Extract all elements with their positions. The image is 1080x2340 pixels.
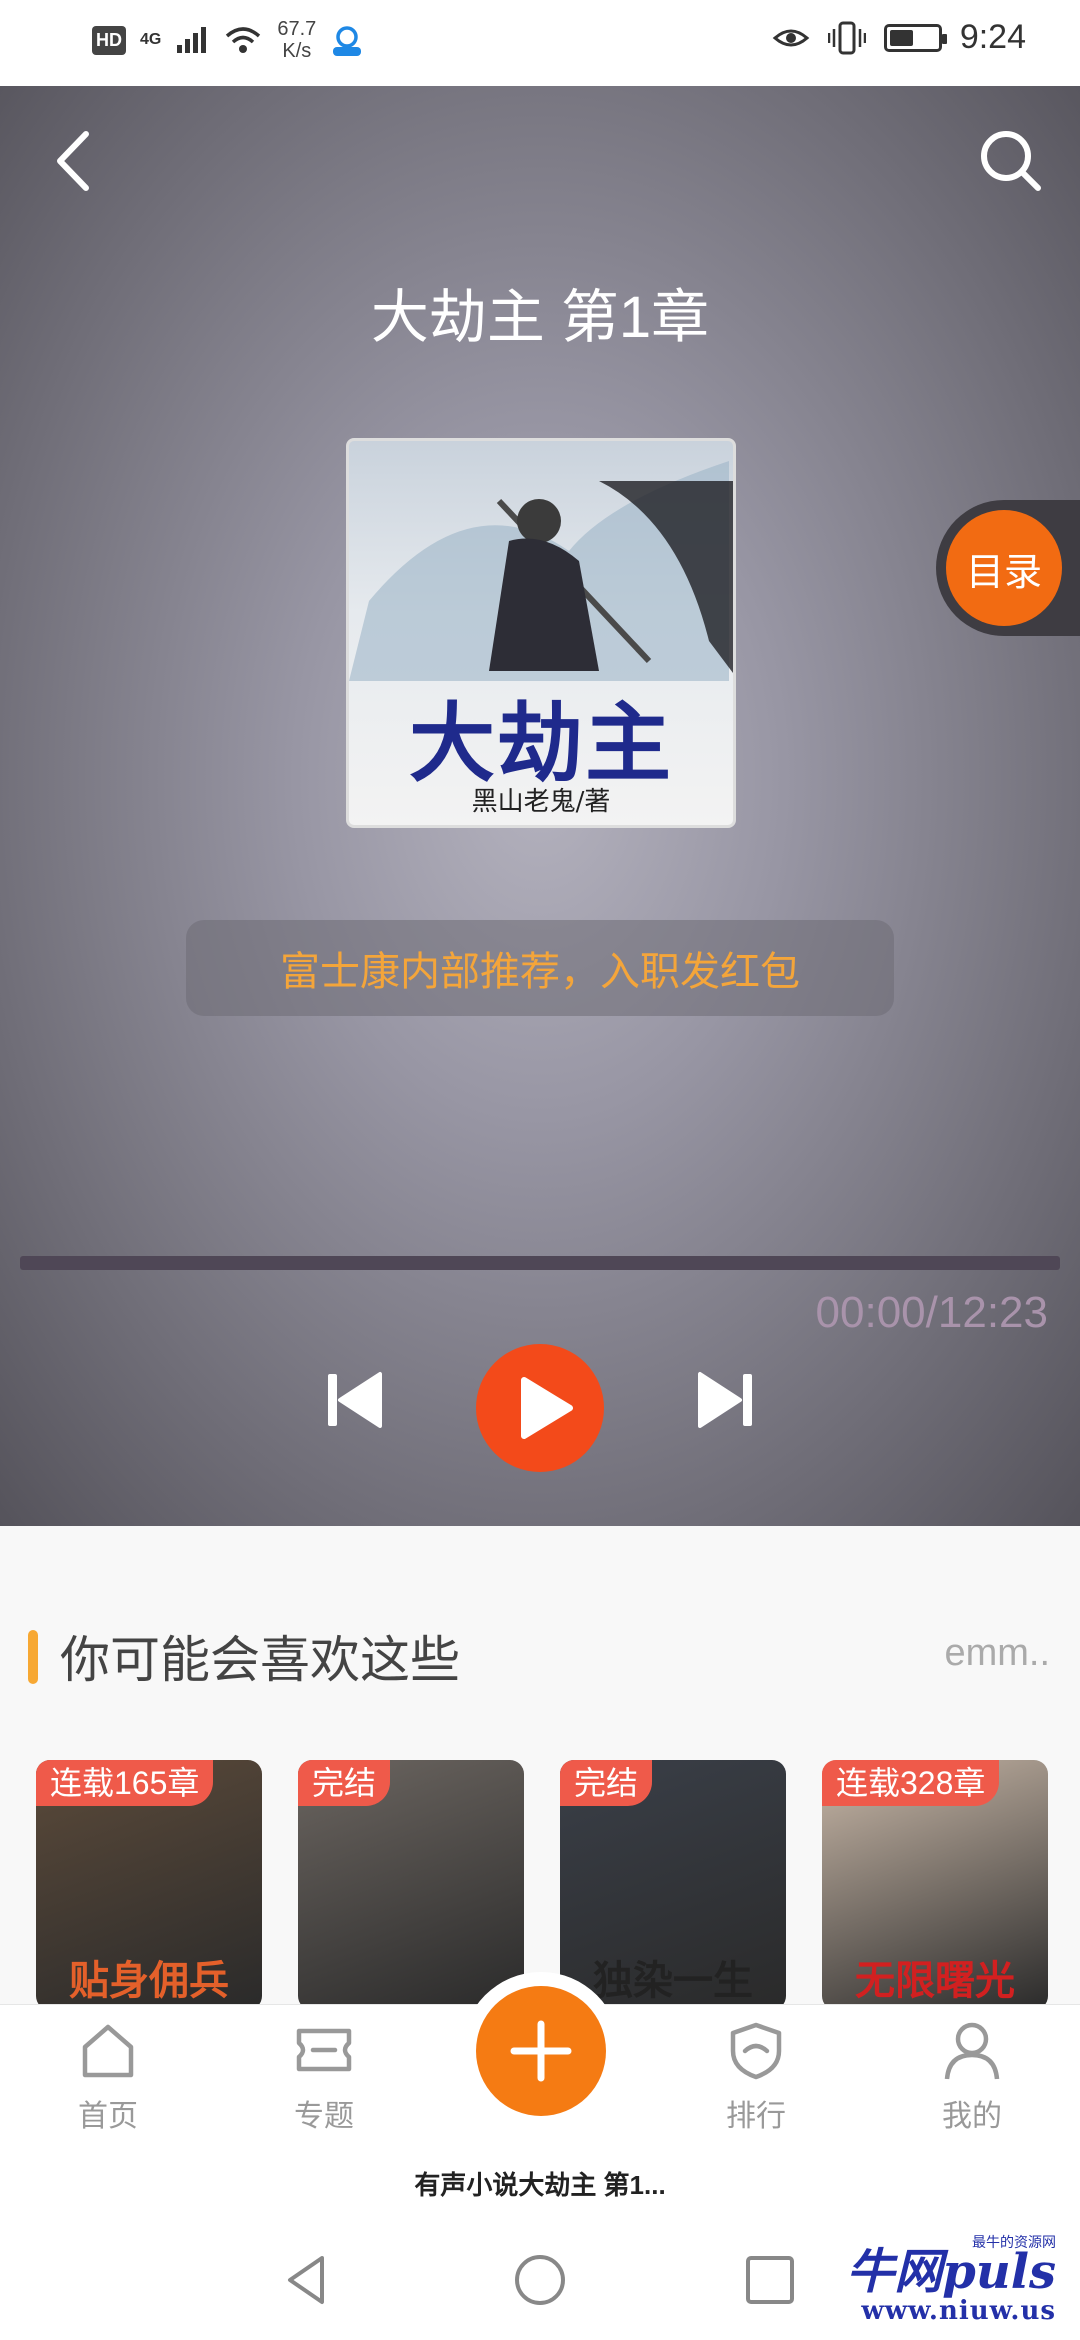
status-left: HD 4G 67.7 K/s bbox=[92, 18, 364, 62]
progress-bar[interactable] bbox=[20, 1256, 1060, 1270]
search-button[interactable] bbox=[976, 126, 1046, 196]
battery-level bbox=[889, 29, 914, 46]
nav-mine[interactable]: 我的 bbox=[912, 2017, 1032, 2135]
play-icon bbox=[521, 1377, 573, 1439]
nav-ranking-label: 排行 bbox=[726, 2100, 786, 2133]
book-status-tag: 完结 bbox=[560, 1760, 653, 1806]
watermark-main: 牛网puls bbox=[846, 2244, 1056, 2300]
recommendations-more[interactable]: emm.. bbox=[944, 1632, 1050, 1675]
eye-comfort-icon bbox=[772, 29, 810, 46]
book-card-1[interactable]: 贴身佣兵 连载165章 bbox=[36, 1760, 262, 2010]
signal-icon bbox=[177, 27, 207, 53]
ticket-icon bbox=[296, 2028, 352, 2072]
book-cover: 大劫主 黑山老鬼/著 bbox=[346, 438, 736, 828]
book-card-4[interactable]: 无限曙光 连载328章 bbox=[822, 1760, 1048, 2010]
book-status-tag: 连载165章 bbox=[36, 1760, 214, 1806]
nav-home-label: 首页 bbox=[78, 2100, 138, 2133]
toc-label: 目录 bbox=[946, 510, 1062, 626]
hd-badge: HD bbox=[92, 25, 126, 55]
book-card-2[interactable]: 完结 bbox=[298, 1760, 524, 2010]
back-button[interactable] bbox=[44, 126, 104, 196]
watermark-url: www.niuw.us bbox=[861, 2296, 1056, 2326]
vibrate-icon bbox=[827, 21, 866, 54]
watermark: 牛网puls www.niuw.us 最牛的资源网 bbox=[846, 2234, 1056, 2326]
book-status-tag: 完结 bbox=[298, 1760, 391, 1806]
speed-value: 67.7 bbox=[277, 18, 317, 40]
speed-unit: K/s bbox=[282, 40, 312, 62]
app-notification-icon bbox=[333, 26, 362, 56]
system-back-icon[interactable] bbox=[278, 2250, 338, 2310]
network-speed: 67.7 K/s bbox=[277, 18, 316, 62]
audio-player: 大劫主 第1章 大劫主 黑山老鬼/著 目录 富士康内部推荐，入职发红包 00:0… bbox=[0, 86, 1080, 1526]
now-playing-title[interactable]: 有声小说大劫主 第1... bbox=[0, 2150, 1080, 2220]
nav-home[interactable]: 首页 bbox=[48, 2017, 168, 2135]
book-cover-text: 无限曙光 bbox=[855, 1957, 1015, 2004]
battery-icon bbox=[883, 23, 947, 52]
toc-button[interactable]: 目录 bbox=[936, 500, 1080, 636]
system-recents-icon[interactable] bbox=[740, 2250, 800, 2310]
book-card-3[interactable]: 独染一生 完结 bbox=[560, 1760, 786, 2010]
chapter-title: 大劫主 第1章 bbox=[370, 285, 710, 350]
system-home-icon[interactable] bbox=[510, 2250, 570, 2310]
next-chapter-button[interactable] bbox=[694, 1368, 758, 1432]
play-button[interactable] bbox=[476, 1344, 604, 1472]
add-button[interactable] bbox=[476, 1986, 606, 2116]
nav-mine-label: 我的 bbox=[942, 2100, 1002, 2133]
playback-time: 00:00/12:23 bbox=[815, 1288, 1048, 1337]
clock: 9:24 bbox=[959, 18, 1026, 56]
person-icon bbox=[944, 2022, 1000, 2080]
plus-icon bbox=[510, 2020, 572, 2082]
book-cover-text: 贴身佣兵 bbox=[69, 1957, 229, 2004]
ad-banner[interactable]: 富士康内部推荐，入职发红包 bbox=[186, 920, 894, 1016]
status-right: 9:24 bbox=[772, 18, 1026, 57]
nav-topics[interactable]: 专题 bbox=[264, 2017, 384, 2135]
section-accent-bar bbox=[28, 1630, 38, 1684]
nav-ranking[interactable]: 排行 bbox=[696, 2017, 816, 2135]
recommendations-section: 你可能会喜欢这些 emm.. 贴身佣兵 连载165章 完结 独染一生 完结 无限… bbox=[0, 1526, 1080, 2010]
network-type: 4G bbox=[140, 31, 162, 48]
previous-chapter-button[interactable] bbox=[322, 1368, 386, 1432]
recommendations-title: 你可能会喜欢这些 bbox=[60, 1632, 460, 1688]
cover-title: 大劫主 bbox=[409, 693, 673, 794]
nav-topics-label: 专题 bbox=[294, 2100, 354, 2133]
home-icon bbox=[82, 2024, 134, 2078]
shield-icon bbox=[730, 2022, 782, 2080]
book-status-tag: 连载328章 bbox=[822, 1760, 1000, 1806]
cover-author: 黑山老鬼/著 bbox=[471, 787, 611, 817]
cover-illustration bbox=[349, 461, 733, 681]
wifi-icon bbox=[226, 27, 261, 53]
status-bar: HD 4G 67.7 K/s 9:24 bbox=[0, 0, 1080, 86]
watermark-small: 最牛的资源网 bbox=[972, 2234, 1056, 2250]
